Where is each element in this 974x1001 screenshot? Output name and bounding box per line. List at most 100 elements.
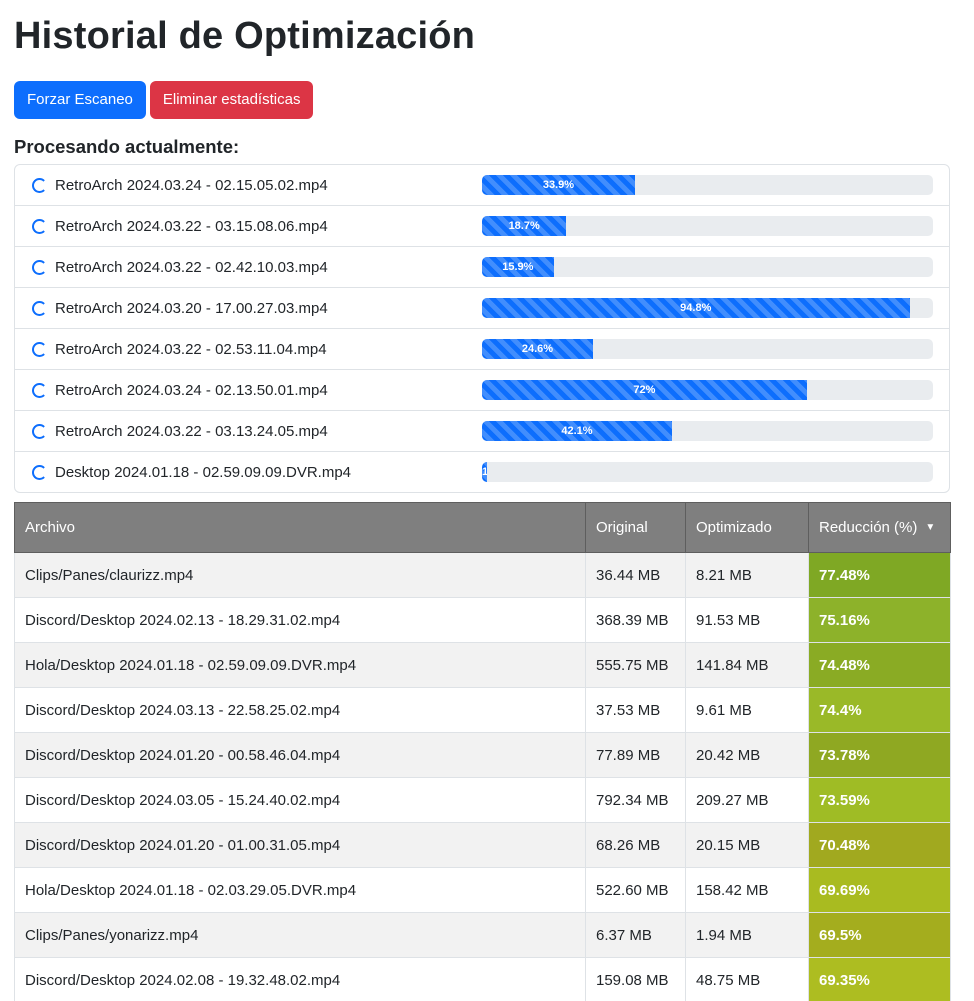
processing-file-name: RetroArch 2024.03.20 - 17.00.27.03.mp4	[55, 299, 328, 317]
cell-optimized: 20.42 MB	[685, 732, 809, 778]
cell-original: 555.75 MB	[585, 642, 686, 688]
cell-file: Clips/Panes/yonarizz.mp4	[14, 912, 586, 958]
cell-optimized: 8.21 MB	[685, 552, 809, 598]
processing-file-name: Desktop 2024.01.18 - 02.59.09.09.DVR.mp4	[55, 463, 352, 481]
progress-bar: 42.1%	[482, 421, 672, 441]
processing-file-name: RetroArch 2024.03.22 - 02.53.11.04.mp4	[55, 340, 327, 358]
cell-optimized: 1.94 MB	[685, 912, 809, 958]
cell-original: 68.26 MB	[585, 822, 686, 868]
column-header-original[interactable]: Original	[585, 502, 686, 553]
progress-track: 42.1%	[482, 421, 933, 441]
column-header-reduction-label: Reducción (%)	[819, 519, 918, 536]
force-scan-button[interactable]: Forzar Escaneo	[14, 81, 146, 119]
cell-optimized: 9.61 MB	[685, 687, 809, 733]
cell-reduction: 69.69%	[808, 867, 951, 913]
column-header-optimized[interactable]: Optimizado	[685, 502, 809, 553]
table-header-row: Archivo Original Optimizado Reducción (%…	[14, 502, 951, 553]
column-header-reduction[interactable]: Reducción (%) ▼	[808, 502, 951, 553]
progress-track: 72%	[482, 380, 933, 400]
progress-bar: 33.9%	[482, 175, 635, 195]
progress-track: 94.8%	[482, 298, 933, 318]
page-title: Historial de Optimización	[14, 15, 476, 57]
progress-track: 33.9%	[482, 175, 933, 195]
cell-reduction: 74.4%	[808, 687, 951, 733]
progress-bar: 18.7%	[482, 216, 567, 236]
cell-original: 368.39 MB	[585, 597, 686, 643]
progress-track: 18.7%	[482, 216, 933, 236]
cell-file: Hola/Desktop 2024.01.18 - 02.03.29.05.DV…	[14, 867, 586, 913]
table-row: Clips/Panes/claurizz.mp4 36.44 MB 8.21 MB 7…	[14, 552, 951, 598]
cell-original: 6.37 MB	[585, 912, 686, 958]
cell-file: Discord/Desktop 2024.01.20 - 00.58.46.04…	[14, 732, 586, 778]
progress-track: 1	[482, 462, 933, 482]
table-row: Discord/Desktop 2024.02.13 - 18.29.31.02…	[14, 597, 951, 643]
table-row: Discord/Desktop 2024.02.08 - 19.32.48.02…	[14, 957, 951, 1001]
spinner-icon	[32, 465, 47, 480]
table-row: Discord/Desktop 2024.01.20 - 00.58.46.04…	[14, 732, 951, 778]
toolbar: Forzar Escaneo Eliminar estadísticas	[14, 81, 950, 119]
cell-reduction: 73.78%	[808, 732, 951, 778]
processing-item: RetroArch 2024.03.22 - 03.13.24.05.mp4 42…	[15, 411, 949, 452]
cell-optimized: 158.42 MB	[685, 867, 809, 913]
processing-item: Desktop 2024.01.18 - 02.59.09.09.DVR.mp4…	[15, 452, 949, 492]
processing-item: RetroArch 2024.03.22 - 02.53.11.04.mp4 24…	[15, 329, 949, 370]
progress-bar: 15.9%	[482, 257, 554, 277]
spinner-icon	[32, 301, 47, 316]
cell-reduction: 69.35%	[808, 957, 951, 1001]
processing-heading: Procesando actualmente:	[14, 136, 240, 157]
spinner-icon	[32, 260, 47, 275]
progress-bar: 1	[482, 462, 488, 482]
processing-item: RetroArch 2024.03.24 - 02.15.05.02.mp4 33…	[15, 165, 949, 206]
processing-file-name: RetroArch 2024.03.22 - 03.13.24.05.mp4	[55, 422, 328, 440]
delete-stats-button[interactable]: Eliminar estadísticas	[149, 81, 314, 119]
progress-bar: 94.8%	[482, 298, 910, 318]
spinner-icon	[32, 178, 47, 193]
cell-file: Clips/Panes/claurizz.mp4	[14, 552, 586, 598]
column-header-file[interactable]: Archivo	[14, 502, 586, 553]
cell-reduction: 77.48%	[808, 552, 951, 598]
optimization-table: Archivo Original Optimizado Reducción (%…	[14, 502, 951, 1001]
cell-original: 37.53 MB	[585, 687, 686, 733]
cell-original: 77.89 MB	[585, 732, 686, 778]
cell-reduction: 75.16%	[808, 597, 951, 643]
cell-original: 522.60 MB	[585, 867, 686, 913]
cell-optimized: 20.15 MB	[685, 822, 809, 868]
spinner-icon	[32, 424, 47, 439]
processing-file-name: RetroArch 2024.03.22 - 03.15.08.06.mp4	[55, 217, 328, 235]
cell-optimized: 141.84 MB	[685, 642, 809, 688]
cell-reduction: 73.59%	[808, 777, 951, 823]
caret-down-icon: ▼	[925, 522, 936, 533]
processing-item: RetroArch 2024.03.22 - 02.42.10.03.mp4 15…	[15, 247, 949, 288]
progress-track: 15.9%	[482, 257, 933, 277]
progress-track: 24.6%	[482, 339, 933, 359]
table-row: Discord/Desktop 2024.03.05 - 15.24.40.02…	[14, 777, 951, 823]
cell-file: Discord/Desktop 2024.02.13 - 18.29.31.02…	[14, 597, 586, 643]
cell-original: 792.34 MB	[585, 777, 686, 823]
table-row: Discord/Desktop 2024.01.20 - 01.00.31.05…	[14, 822, 951, 868]
page: Historial de Optimización Forzar Escaneo…	[0, 0, 964, 1001]
progress-bar: 24.6%	[482, 339, 593, 359]
cell-optimized: 48.75 MB	[685, 957, 809, 1001]
processing-list: RetroArch 2024.03.24 - 02.15.05.02.mp4 33…	[14, 164, 950, 493]
spinner-icon	[32, 342, 47, 357]
cell-file: Discord/Desktop 2024.01.20 - 01.00.31.05…	[14, 822, 586, 868]
processing-item: RetroArch 2024.03.22 - 03.15.08.06.mp4 18…	[15, 206, 949, 247]
table-row: Discord/Desktop 2024.03.13 - 22.58.25.02…	[14, 687, 951, 733]
spinner-icon	[32, 219, 47, 234]
progress-bar: 72%	[482, 380, 807, 400]
cell-file: Discord/Desktop 2024.03.05 - 15.24.40.02…	[14, 777, 586, 823]
cell-original: 36.44 MB	[585, 552, 686, 598]
processing-file-name: RetroArch 2024.03.24 - 02.13.50.01.mp4	[55, 381, 328, 399]
processing-file-name: RetroArch 2024.03.24 - 02.15.05.02.mp4	[55, 176, 328, 194]
table-row: Clips/Panes/yonarizz.mp4 6.37 MB 1.94 MB 69…	[14, 912, 951, 958]
cell-file: Hola/Desktop 2024.01.18 - 02.59.09.09.DV…	[14, 642, 586, 688]
cell-file: Discord/Desktop 2024.03.13 - 22.58.25.02…	[14, 687, 586, 733]
processing-file-name: RetroArch 2024.03.22 - 02.42.10.03.mp4	[55, 258, 328, 276]
processing-item: RetroArch 2024.03.20 - 17.00.27.03.mp4 94…	[15, 288, 949, 329]
cell-file: Discord/Desktop 2024.02.08 - 19.32.48.02…	[14, 957, 586, 1001]
cell-reduction: 69.5%	[808, 912, 951, 958]
processing-item: RetroArch 2024.03.24 - 02.13.50.01.mp4 72…	[15, 370, 949, 411]
table-body: Clips/Panes/claurizz.mp4 36.44 MB 8.21 MB 7…	[14, 552, 951, 1001]
cell-reduction: 70.48%	[808, 822, 951, 868]
cell-optimized: 209.27 MB	[685, 777, 809, 823]
